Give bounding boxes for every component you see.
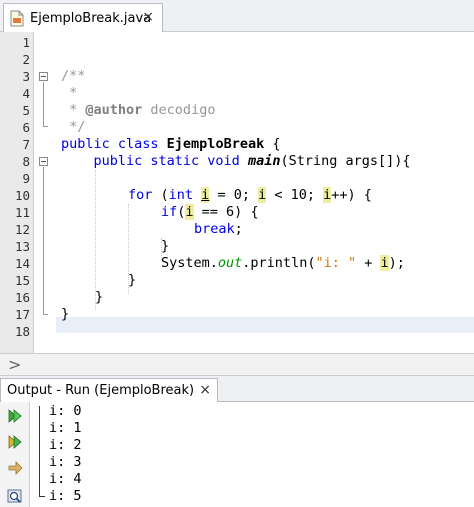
panel-splitter[interactable]: > [0,353,474,376]
line-number: 9 [22,171,30,186]
line-number: 14 [14,256,30,271]
line-number: 17 [14,307,30,322]
output-toolbar [0,402,30,507]
close-tab-icon[interactable]: × [142,9,154,25]
output-line: i: 5 [49,488,82,504]
method-name: main [247,153,281,169]
output-fold-guide [39,406,40,496]
line-number: 11 [14,205,30,220]
chevron-right-icon[interactable]: > [8,354,21,375]
fold-collapse-icon[interactable] [39,157,48,166]
output-line: i: 0 [49,403,82,419]
output-line: i: 3 [49,454,82,470]
java-file-icon [10,10,24,26]
output-settings-icon[interactable] [7,488,23,504]
string-literal: "i: " [315,255,357,271]
code-line-4: * [61,85,78,101]
line-number: 18 [14,324,30,339]
line-number: 7 [22,137,30,152]
line-number-gutter: 1 2 3 4 5 6 7 8 9 10 11 12 13 14 15 16 1… [0,32,34,353]
variable-i: i [380,255,389,271]
line-number: 8 [22,154,30,169]
class-name: EjemploBreak [166,136,265,152]
editor-tab-label: EjemploBreak.java [30,10,152,26]
line-number: 16 [14,290,30,305]
rerun-with-options-icon[interactable] [7,434,23,450]
code-line-17: } [61,306,70,322]
static-field-out: out [217,255,243,271]
rerun-icon[interactable] [7,408,23,424]
code-line-8: public static void main(String args[]){ [61,153,411,169]
code-line-13: } [161,238,170,254]
output-tab-bar: Output - Run (EjemploBreak) × [0,376,474,402]
output-line: i: 1 [49,420,82,436]
fold-guide-end [43,126,48,127]
javadoc-tag: @author [85,102,143,118]
code-line-11: if(i == 6) { [161,204,259,220]
line-number: 6 [22,120,30,135]
code-line-15: } [128,272,137,288]
code-line-6: */ [61,119,86,135]
close-output-icon[interactable]: × [199,382,211,398]
line-number: 15 [14,273,30,288]
fold-guide [43,82,44,126]
output-line: i: 2 [49,437,82,453]
code-line-14: System.out.println("i: " + i); [161,255,405,271]
line-number: 4 [22,86,30,101]
editor-tab-ejemplobreak[interactable]: EjemploBreak.java × [3,3,163,32]
code-line-12: break; [194,221,243,237]
line-number: 3 [22,69,30,84]
line-number: 12 [14,222,30,237]
code-editor[interactable]: 1 2 3 4 5 6 7 8 9 10 11 12 13 14 15 16 1… [0,32,474,353]
line-number: 5 [22,103,30,118]
output-tab-label: Output - Run (EjemploBreak) [7,383,195,398]
output-console[interactable]: i: 0 i: 1 i: 2 i: 3 i: 4 i: 5 [31,402,474,507]
stop-icon[interactable] [7,460,23,476]
line-number: 1 [22,35,30,50]
line-number: 2 [22,52,30,67]
output-fold-guide-end [39,496,45,497]
code-line-3: /** [61,68,86,84]
code-line-10: for (int i = 0; i < 10; i++) { [128,187,372,203]
fold-collapse-icon[interactable] [39,72,48,81]
current-line-highlight [56,317,474,333]
code-line-7: public class EjemploBreak { [61,136,281,152]
output-line: i: 4 [49,471,82,487]
line-number: 13 [14,239,30,254]
code-line-16: } [95,289,104,305]
variable-i: i [185,204,194,220]
code-line-5: * @author decodigo [61,102,216,118]
editor-tab-bar: EjemploBreak.java × [0,0,474,32]
fold-guide-end [43,314,48,315]
line-number: 10 [14,188,30,203]
fold-guide [43,167,44,314]
output-tab-run[interactable]: Output - Run (EjemploBreak) × [0,378,218,402]
